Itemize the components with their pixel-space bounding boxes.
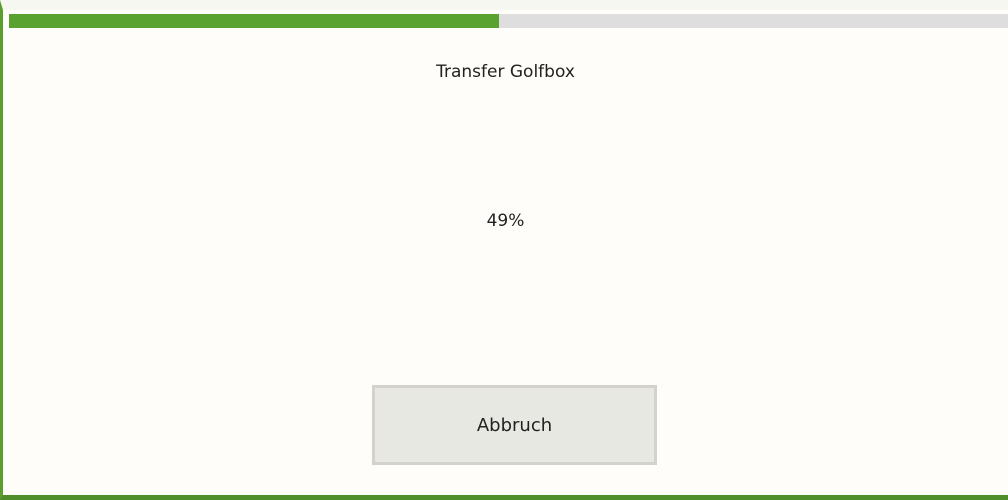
transfer-progress-dialog: Transfer Golfbox 49% Abbruch <box>0 0 1008 500</box>
dialog-title: Transfer Golfbox <box>436 62 575 82</box>
cancel-button[interactable]: Abbruch <box>372 385 657 465</box>
progress-bar <box>9 14 1008 28</box>
progress-percent-label: 49% <box>486 211 525 231</box>
progress-bar-fill <box>9 14 499 28</box>
